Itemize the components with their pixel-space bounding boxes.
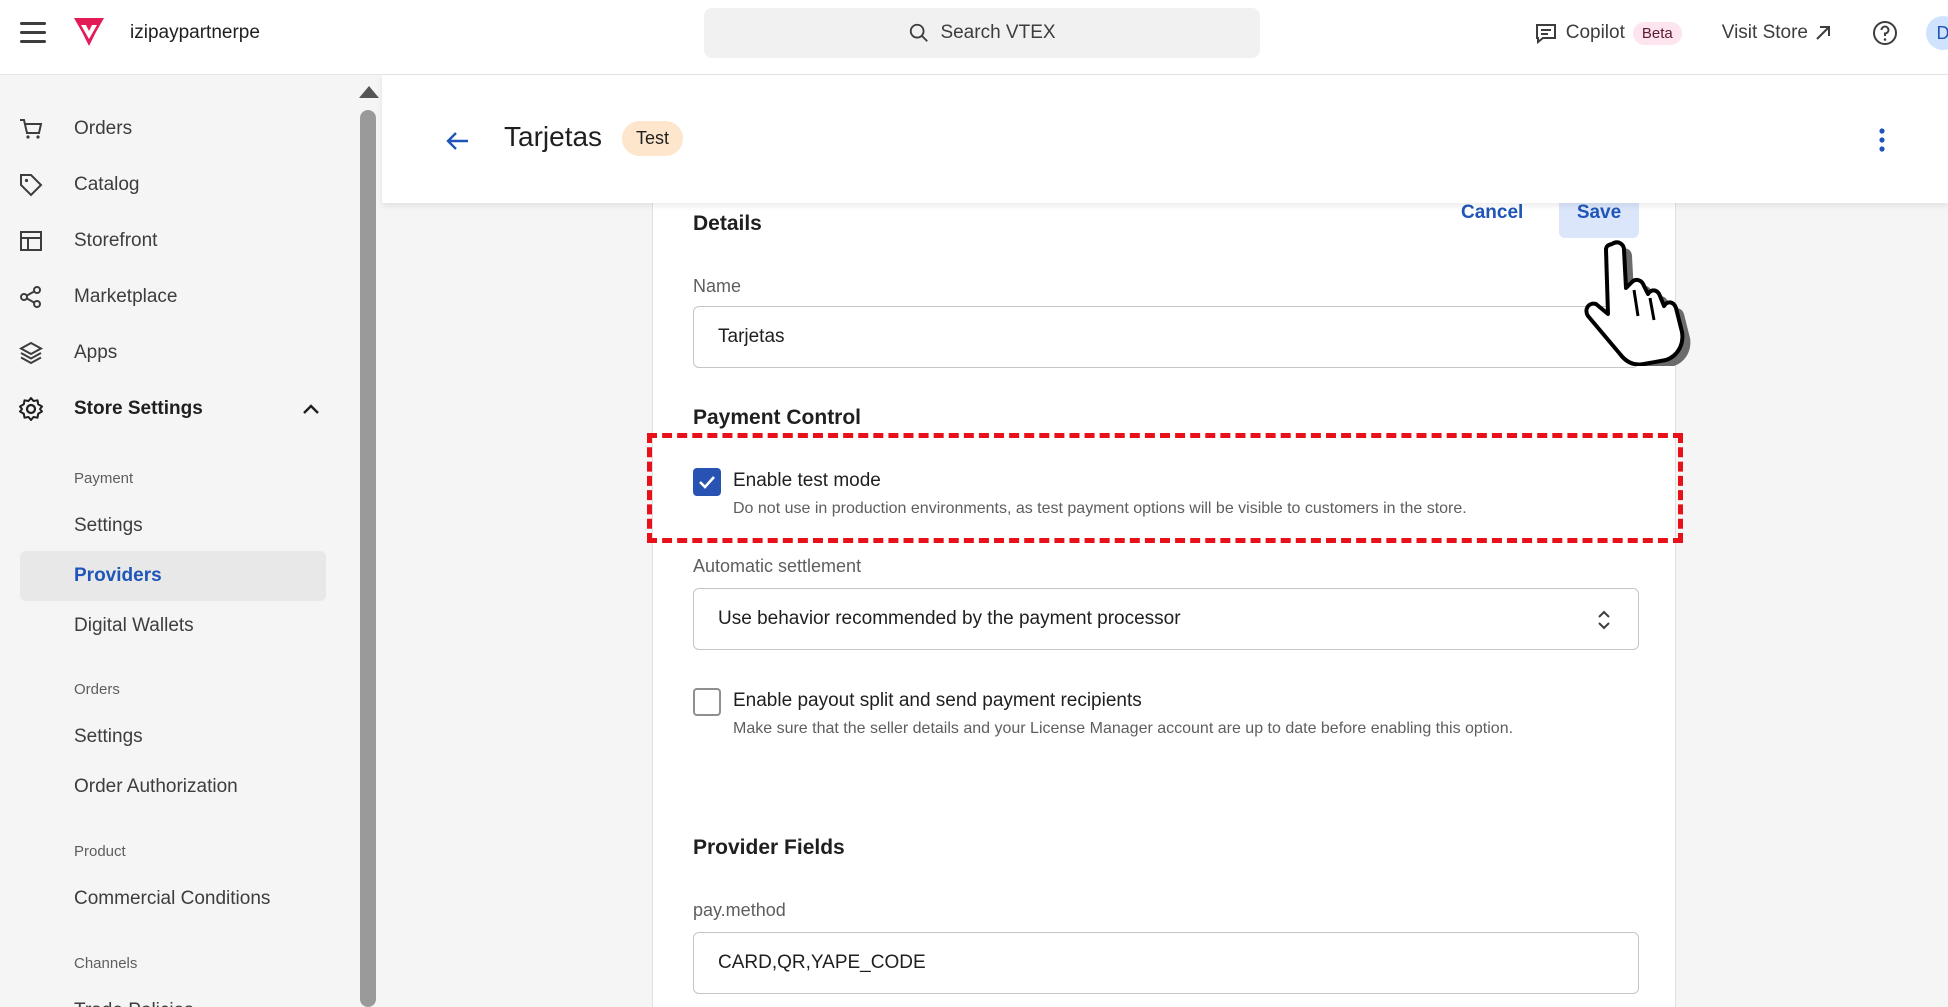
settlement-value: Use behavior recommended by the payment … xyxy=(718,608,1181,629)
layout-icon xyxy=(20,231,42,251)
sidebar-item-label: Storefront xyxy=(74,230,158,251)
scrollbar-thumb[interactable] xyxy=(360,110,376,1007)
chat-icon xyxy=(1535,24,1556,45)
payment-control-title: Payment Control xyxy=(693,406,862,429)
sidebar: Orders Catalog Storefront Marketplace Ap… xyxy=(0,75,358,1007)
search-bar[interactable]: Search VTEX xyxy=(704,8,1260,58)
sidebar-item-storefront[interactable]: Storefront xyxy=(18,221,328,261)
sidebar-item-apps[interactable]: Apps xyxy=(18,333,328,373)
settlement-label: Automatic settlement xyxy=(693,556,862,576)
account-name[interactable]: izipaypartnerpe xyxy=(130,22,260,44)
sidebar-item-order-authorization[interactable]: Order Authorization xyxy=(20,762,326,812)
vtex-logo[interactable] xyxy=(72,16,106,48)
sidebar-item-trade-policies[interactable]: Trade Policies xyxy=(20,986,326,1007)
sidebar-item-providers[interactable]: Providers xyxy=(20,551,326,601)
copilot-label: Copilot xyxy=(1565,22,1625,43)
top-bar: izipaypartnerpe Search VTEX Copilot Beta… xyxy=(0,0,1948,75)
settlement-select[interactable]: Use behavior recommended by the payment … xyxy=(693,588,1639,650)
tag-icon xyxy=(20,174,43,197)
beta-badge: Beta xyxy=(1632,21,1682,45)
sidebar-item-orders[interactable]: Orders xyxy=(18,109,328,149)
sidebar-item-orders-settings[interactable]: Settings xyxy=(20,712,326,762)
chevron-up-icon[interactable] xyxy=(300,398,322,420)
sidebar-item-label: Catalog xyxy=(74,174,140,195)
sidebar-item-label: Apps xyxy=(74,342,118,363)
group-label-orders: Orders xyxy=(74,681,120,698)
visit-store-link[interactable]: Visit Store xyxy=(1722,22,1832,44)
details-title: Details xyxy=(693,212,762,235)
copilot-button[interactable]: Copilot Beta xyxy=(1534,21,1682,45)
sidebar-item-catalog[interactable]: Catalog xyxy=(18,165,328,205)
scroll-up-arrow-icon[interactable] xyxy=(359,86,379,98)
visit-store-label: Visit Store xyxy=(1721,22,1808,43)
gear-icon xyxy=(19,397,43,421)
name-field[interactable]: Tarjetas xyxy=(693,306,1639,368)
help-icon[interactable] xyxy=(1872,20,1898,46)
cancel-button[interactable]: Cancel xyxy=(1461,202,1523,224)
payout-split-checkbox[interactable] xyxy=(693,688,721,716)
group-label-channels: Channels xyxy=(74,955,138,972)
payout-split-label: Enable payout split and send payment rec… xyxy=(733,690,1142,711)
group-label-payment: Payment xyxy=(74,470,134,487)
test-mode-help: Do not use in production environments, a… xyxy=(733,500,1467,517)
layers-icon xyxy=(18,341,44,365)
sidebar-item-label: Marketplace xyxy=(74,286,178,307)
pay-method-label: pay.method xyxy=(693,900,786,920)
sidebar-item-label: Store Settings xyxy=(74,398,203,419)
cart-icon xyxy=(20,119,43,139)
search-label: Search VTEX xyxy=(940,22,1056,43)
provider-form-card: Details Cancel Save Name Tarjetas Paymen… xyxy=(647,170,1683,1007)
pay-method-field[interactable]: CARD,QR,YAPE_CODE xyxy=(693,932,1639,994)
avatar[interactable]: D xyxy=(1926,16,1948,50)
sidebar-item-payment-settings[interactable]: Settings xyxy=(20,501,326,551)
page-header: Tarjetas Test xyxy=(382,75,1948,203)
group-label-product: Product xyxy=(74,843,126,860)
menu-icon[interactable] xyxy=(20,22,46,44)
back-arrow-icon[interactable] xyxy=(444,127,472,155)
test-mode-checkbox[interactable] xyxy=(693,468,721,496)
more-options-icon[interactable] xyxy=(1878,127,1886,153)
name-label: Name xyxy=(693,276,742,296)
provider-fields-title: Provider Fields xyxy=(693,836,845,859)
hand-pointer-icon xyxy=(1584,240,1691,366)
sidebar-item-marketplace[interactable]: Marketplace xyxy=(18,277,328,317)
page-title: Tarjetas xyxy=(504,121,603,152)
search-icon xyxy=(910,23,929,42)
sidebar-item-label: Orders xyxy=(74,118,133,139)
checkmark-icon xyxy=(699,476,715,489)
sidebar-item-commercial-conditions[interactable]: Commercial Conditions xyxy=(20,874,326,924)
payout-split-help: Make sure that the seller details and yo… xyxy=(733,720,1514,737)
sidebar-item-digital-wallets[interactable]: Digital Wallets xyxy=(20,601,326,651)
external-link-icon xyxy=(1816,26,1830,40)
test-mode-label: Enable test mode xyxy=(733,470,881,491)
share-icon xyxy=(20,286,41,308)
status-badge: Test xyxy=(622,121,684,156)
sidebar-item-store-settings[interactable]: Store Settings xyxy=(18,389,328,429)
select-arrows-icon xyxy=(1598,610,1610,630)
